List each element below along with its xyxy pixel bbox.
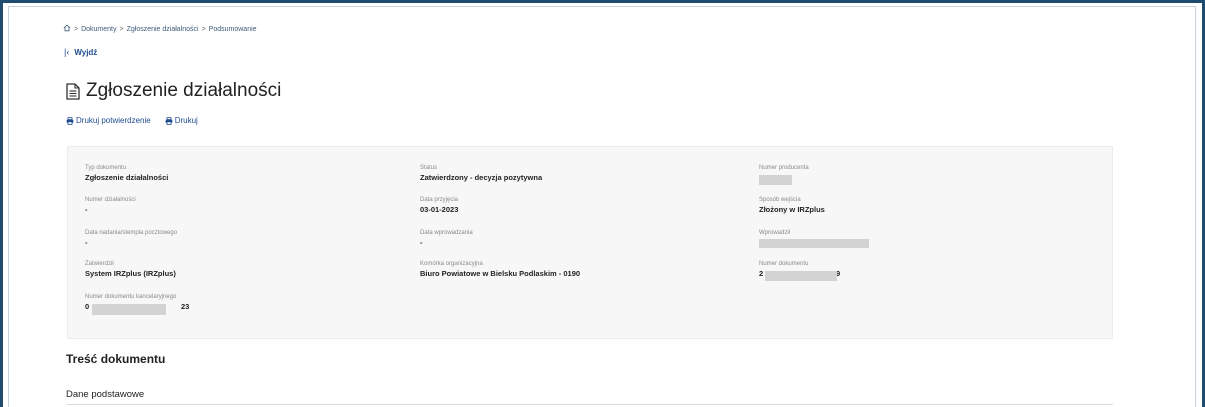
value-end: 23 xyxy=(181,302,190,311)
breadcrumb-item-documents[interactable]: Dokumenty xyxy=(81,26,116,33)
field-postmark-date: Data nadania/stempla pocztowego - xyxy=(85,229,177,248)
breadcrumb-separator: > xyxy=(74,25,79,33)
redacted-value xyxy=(765,271,837,281)
field-value: Zatwierdzony - decyzja pozytywna xyxy=(420,173,543,182)
field-value: - xyxy=(85,205,88,214)
field-value: System IRZplus (IRZplus) xyxy=(85,269,176,278)
field-label: Status xyxy=(420,165,438,171)
field-label: Wprowadził xyxy=(759,230,791,236)
field-entry-method: Sposób wejścia Złożony w IRZplus xyxy=(759,196,825,215)
breadcrumb-item-summary: Podsumowanie xyxy=(208,25,257,33)
subsection-title: Dane podstawowe xyxy=(66,389,145,400)
breadcrumb-item-activity-registration[interactable]: Zgłoszenie działalności xyxy=(127,26,199,33)
field-value: Biuro Powiatowe w Bielsku Podlaskim - 01… xyxy=(420,269,581,278)
page-title: Zgłoszenie działalności xyxy=(66,80,281,102)
field-label: Numer działalności xyxy=(85,197,136,203)
print-button[interactable]: Drukuj xyxy=(165,116,198,125)
printer-icon xyxy=(66,116,74,125)
breadcrumb-separator: > xyxy=(119,25,124,33)
field-label: Numer dokumentu xyxy=(759,261,809,267)
field-organizational-unit: Komórka organizacyjna Biuro Powiatowe w … xyxy=(420,260,580,279)
field-producer-number: Numer producenta xyxy=(759,164,809,172)
field-label: Komórka organizacyjna xyxy=(420,261,483,267)
field-label: Data wprowadzania xyxy=(420,230,473,236)
redacted-value xyxy=(92,304,166,315)
field-value: 03-01-2023 xyxy=(420,205,459,214)
divider xyxy=(66,404,1113,405)
field-entry-date: Data wprowadzania - xyxy=(420,229,473,248)
field-acceptance-date: Data przyjęcia 03-01-2023 xyxy=(420,196,458,215)
field-label: Numer dokumentu kancelaryjnego xyxy=(85,294,177,300)
value-start: 0 xyxy=(85,302,90,311)
field-entered-by: Wprowadził xyxy=(759,229,790,237)
field-document-type: Typ dokumentu Zgłoszenie działalności xyxy=(85,164,168,183)
redacted-value xyxy=(759,239,869,248)
action-bar: Drukuj potwierdzenie Drukuj xyxy=(66,116,198,125)
print-confirmation-label: Drukuj potwierdzenie xyxy=(76,116,151,125)
field-label: Sposób wejścia xyxy=(759,197,801,203)
field-label: Numer producenta xyxy=(759,165,809,171)
value-start: 2 xyxy=(759,269,764,278)
field-approved-by: Zatwierdził System IRZplus (IRZplus) xyxy=(85,260,176,279)
field-label: Data przyjęcia xyxy=(420,197,459,203)
section-title: Treść dokumentu xyxy=(66,352,166,366)
document-icon xyxy=(66,82,80,100)
field-status: Status Zatwierdzony - decyzja pozytywna xyxy=(420,164,542,183)
print-label: Drukuj xyxy=(174,116,198,125)
chevron-left-icon: |‹ xyxy=(64,47,70,57)
field-value: Złożony w IRZplus xyxy=(759,205,825,214)
exit-link[interactable]: |‹ Wyjdź xyxy=(64,47,97,57)
field-label: Zatwierdził xyxy=(85,261,114,267)
breadcrumb: > Dokumenty > Zgłoszenie działalności > … xyxy=(63,24,257,34)
field-value: - xyxy=(420,238,423,247)
field-value: Zgłoszenie działalności xyxy=(85,173,169,182)
breadcrumb-separator: > xyxy=(201,25,206,33)
field-activity-number: Numer działalności - xyxy=(85,196,136,215)
field-value: - xyxy=(85,238,88,247)
printer-icon xyxy=(165,116,173,125)
field-label: Typ dokumentu xyxy=(85,165,127,171)
document-details-panel: Typ dokumentu Zgłoszenie działalności Nu… xyxy=(67,146,1113,339)
home-icon[interactable] xyxy=(63,24,71,34)
redacted-value xyxy=(759,175,792,185)
page-title-text: Zgłoszenie działalności xyxy=(86,80,282,101)
print-confirmation-button[interactable]: Drukuj potwierdzenie xyxy=(66,116,151,125)
field-label: Data nadania/stempla pocztowego xyxy=(85,230,178,236)
exit-label: Wyjdź xyxy=(74,47,98,57)
